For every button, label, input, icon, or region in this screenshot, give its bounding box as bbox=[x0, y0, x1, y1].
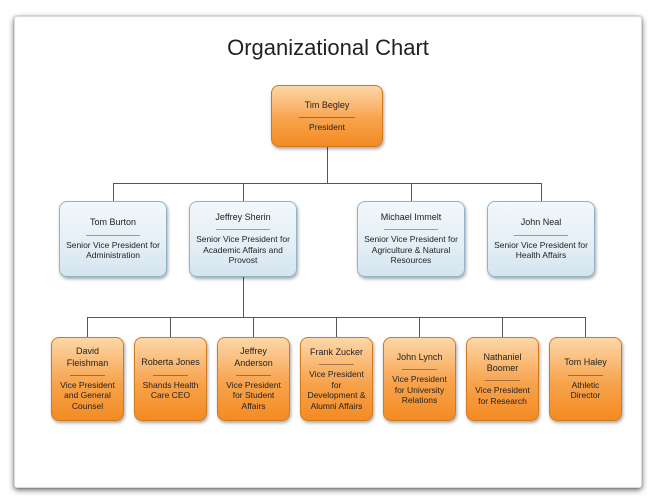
separator bbox=[384, 229, 439, 230]
node-svp-agriculture: Michael Immelt Senior Vice President for… bbox=[357, 201, 465, 277]
connector bbox=[243, 277, 244, 317]
person-role: Vice President for Student Affairs bbox=[224, 380, 283, 412]
person-name: Tom Haley bbox=[564, 357, 607, 368]
person-name: Michael Immelt bbox=[381, 212, 442, 223]
node-vp-research: Nathaniel Boomer Vice President for Rese… bbox=[466, 337, 539, 421]
connector bbox=[170, 317, 171, 337]
person-role: Athletic Director bbox=[556, 380, 615, 401]
person-role: Vice President for University Relations bbox=[390, 374, 449, 406]
separator bbox=[236, 375, 270, 376]
person-role: Senior Vice President for Academic Affai… bbox=[196, 234, 290, 266]
person-role: Senior Vice President for Health Affairs bbox=[494, 240, 588, 261]
node-vp-development: Frank Zucker Vice President for Developm… bbox=[300, 337, 373, 421]
connector bbox=[113, 183, 541, 184]
connector bbox=[113, 183, 114, 201]
person-name: Nathaniel Boomer bbox=[473, 352, 532, 375]
node-svp-health: John Neal Senior Vice President for Heal… bbox=[487, 201, 595, 277]
node-vp-university-relations: John Lynch Vice President for University… bbox=[383, 337, 456, 421]
node-vp-student-affairs: Jeffrey Anderson Vice President for Stud… bbox=[217, 337, 290, 421]
connector bbox=[419, 317, 420, 337]
connector bbox=[243, 183, 244, 201]
separator bbox=[86, 235, 141, 236]
person-name: John Neal bbox=[521, 217, 562, 228]
connector bbox=[502, 317, 503, 337]
person-name: Tim Begley bbox=[305, 100, 350, 111]
separator bbox=[153, 375, 187, 376]
person-role: Vice President and General Counsel bbox=[58, 380, 117, 412]
connector bbox=[411, 183, 412, 201]
person-role: Shands Health Care CEO bbox=[141, 380, 200, 401]
person-name: Frank Zucker bbox=[310, 347, 363, 358]
person-name: John Lynch bbox=[397, 352, 443, 363]
separator bbox=[299, 117, 356, 118]
separator bbox=[319, 364, 353, 365]
person-role: Senior Vice President for Administration bbox=[66, 240, 160, 261]
node-president: Tim Begley President bbox=[271, 85, 383, 147]
node-athletic-director: Tom Haley Athletic Director bbox=[549, 337, 622, 421]
person-role: Vice President for Research bbox=[473, 385, 532, 406]
separator bbox=[485, 380, 519, 381]
person-name: David Fleishman bbox=[58, 346, 117, 369]
node-shands-ceo: Roberta Jones Shands Health Care CEO bbox=[134, 337, 207, 421]
person-role: President bbox=[309, 122, 345, 133]
node-svp-admin: Tom Burton Senior Vice President for Adm… bbox=[59, 201, 167, 277]
connector bbox=[87, 317, 88, 337]
separator bbox=[568, 375, 602, 376]
person-name: Tom Burton bbox=[90, 217, 136, 228]
person-name: Jeffrey Anderson bbox=[224, 346, 283, 369]
node-svp-academic: Jeffrey Sherin Senior Vice President for… bbox=[189, 201, 297, 277]
connector bbox=[585, 317, 586, 337]
chart-title: Organizational Chart bbox=[15, 35, 641, 61]
org-chart-panel: Organizational Chart Tim Begley Presiden… bbox=[14, 16, 642, 488]
separator bbox=[70, 375, 104, 376]
person-name: Roberta Jones bbox=[141, 357, 200, 368]
connector bbox=[253, 317, 254, 337]
separator bbox=[514, 235, 569, 236]
person-role: Senior Vice President for Agriculture & … bbox=[364, 234, 458, 266]
connector bbox=[541, 183, 542, 201]
separator bbox=[216, 229, 271, 230]
connector bbox=[327, 147, 328, 183]
person-name: Jeffrey Sherin bbox=[215, 212, 270, 223]
separator bbox=[402, 369, 436, 370]
connector bbox=[336, 317, 337, 337]
person-role: Vice President for Development & Alumni … bbox=[307, 369, 366, 412]
node-vp-general-counsel: David Fleishman Vice President and Gener… bbox=[51, 337, 124, 421]
